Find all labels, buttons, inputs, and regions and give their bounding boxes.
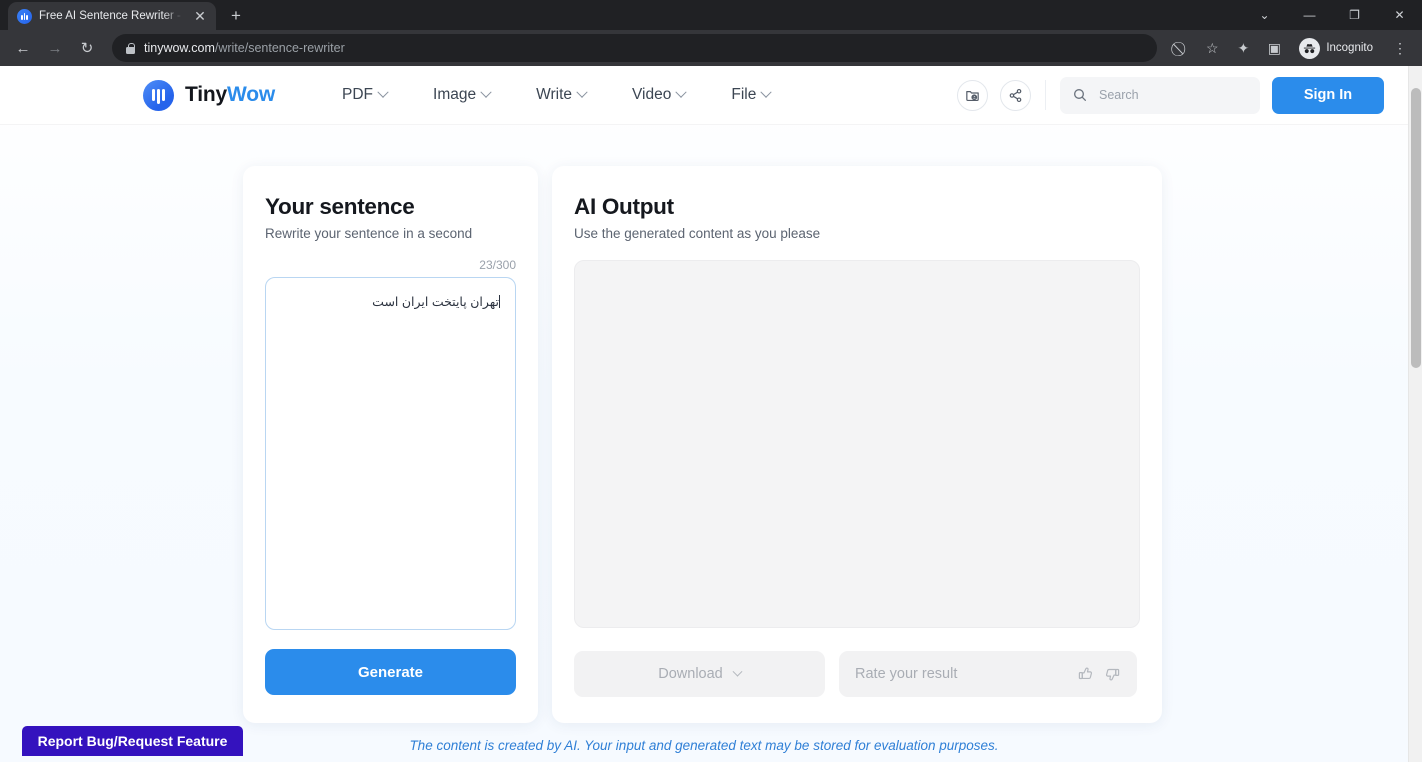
window-controls: ⌄ — ❐ ✕: [1242, 0, 1422, 30]
input-card-subtitle: Rewrite your sentence in a second: [265, 226, 473, 241]
tracking-protection-icon[interactable]: ⃠: [1167, 34, 1195, 62]
thumbs-up-icon[interactable]: [1077, 665, 1095, 683]
thumbs-down-icon[interactable]: [1103, 665, 1121, 683]
generate-button[interactable]: Generate: [265, 649, 516, 695]
sentence-input-value: تهران پایتخت ایران است: [372, 295, 499, 309]
brand-name-wow: Wow: [227, 83, 276, 106]
nav-label-video: Video: [632, 86, 672, 103]
sentence-input[interactable]: تهران پایتخت ایران است: [265, 277, 516, 630]
rate-label: Rate your result: [855, 666, 958, 682]
tinywow-logo-icon: [143, 79, 174, 111]
nav-item-image[interactable]: Image: [410, 86, 513, 104]
sign-in-button[interactable]: Sign In: [1272, 76, 1384, 114]
cloud-folder-icon[interactable]: [957, 79, 988, 111]
incognito-label: Incognito: [1326, 42, 1373, 54]
nav-label-image: Image: [433, 86, 477, 103]
rate-icons: [1077, 665, 1121, 683]
address-bar[interactable]: tinywow.com/write/sentence-rewriter: [112, 34, 1158, 62]
scrollbar-thumb[interactable]: [1411, 88, 1421, 368]
tab-close-icon[interactable]: ✕: [190, 6, 210, 26]
incognito-profile-button[interactable]: Incognito: [1295, 35, 1383, 61]
chevron-down-icon: [576, 86, 588, 98]
nav-item-file[interactable]: File: [708, 86, 793, 104]
lock-icon: [126, 42, 135, 54]
chevron-down-icon: [760, 86, 773, 98]
chevron-down-icon: [732, 666, 743, 677]
toolbar-icons: ⃠ ☆ ✦ ▣ Incognito ⋮: [1167, 34, 1414, 62]
url-domain: tinywow.com: [144, 41, 215, 55]
chevron-down-icon: [377, 86, 389, 98]
incognito-icon: [1299, 37, 1321, 59]
report-bug-button[interactable]: Report Bug/Request Feature: [22, 726, 243, 756]
back-icon[interactable]: ←: [8, 33, 38, 63]
share-icon[interactable]: [1000, 79, 1031, 111]
minimize-icon[interactable]: —: [1287, 0, 1332, 30]
output-card-subtitle: Use the generated content as you please: [574, 226, 821, 241]
nav-item-pdf[interactable]: PDF: [319, 86, 410, 104]
ai-output-area[interactable]: [574, 260, 1140, 628]
extensions-puzzle-icon[interactable]: ✦: [1229, 34, 1257, 62]
chevron-down-icon: [675, 86, 688, 98]
forward-icon[interactable]: →: [40, 33, 70, 63]
nav-label-write: Write: [536, 86, 572, 103]
browser-toolbar: ← → ↻ tinywow.com/write/sentence-rewrite…: [0, 30, 1422, 66]
nav-item-video[interactable]: Video: [609, 86, 708, 104]
input-card: Your sentence Rewrite your sentence in a…: [243, 166, 538, 723]
browser-tab[interactable]: Free AI Sentence Rewriter - No S ✕: [8, 2, 216, 30]
rate-result-control[interactable]: Rate your result: [839, 651, 1137, 697]
chevron-down-icon: [480, 86, 492, 98]
brand-name-tiny: Tiny: [185, 83, 227, 106]
character-counter: 23/300: [479, 258, 516, 272]
output-card: AI Output Use the generated content as y…: [552, 166, 1162, 723]
page-scrollbar[interactable]: [1408, 66, 1422, 762]
maximize-icon[interactable]: ❐: [1332, 0, 1377, 30]
tab-title: Free AI Sentence Rewriter - No S: [39, 10, 183, 22]
tab-search-icon[interactable]: ⌄: [1242, 0, 1287, 30]
input-card-title: Your sentence: [265, 194, 415, 219]
url-text: tinywow.com/write/sentence-rewriter: [144, 41, 345, 55]
output-card-title: AI Output: [574, 194, 674, 219]
text-caret: [499, 295, 500, 308]
nav-label-file: File: [731, 86, 757, 103]
tab-favicon-icon: [17, 8, 32, 24]
close-window-icon[interactable]: ✕: [1377, 0, 1422, 30]
page-viewport: TinyWow PDF Image Write Video File Searc…: [0, 66, 1422, 762]
brand-logo-link[interactable]: TinyWow: [143, 79, 275, 111]
header-actions: Search Sign In: [957, 76, 1408, 114]
main-navigation: PDF Image Write Video File: [319, 86, 793, 104]
new-tab-button[interactable]: +: [226, 6, 246, 26]
nav-item-write[interactable]: Write: [513, 86, 609, 104]
side-panel-icon[interactable]: ▣: [1260, 34, 1288, 62]
brand-name: TinyWow: [185, 83, 275, 107]
download-button[interactable]: Download: [574, 651, 825, 697]
search-input[interactable]: Search: [1060, 76, 1260, 114]
bookmark-star-icon[interactable]: ☆: [1198, 34, 1226, 62]
nav-label-pdf: PDF: [342, 86, 374, 103]
browser-tab-strip: Free AI Sentence Rewriter - No S ✕ + ⌄ —…: [0, 0, 1422, 30]
tool-cards: Your sentence Rewrite your sentence in a…: [0, 124, 1422, 723]
site-header: TinyWow PDF Image Write Video File Searc…: [0, 66, 1408, 124]
reload-icon[interactable]: ↻: [72, 33, 102, 63]
output-actions: Download Rate your result: [574, 651, 1140, 697]
search-placeholder: Search: [1099, 88, 1139, 102]
search-icon: [1074, 89, 1086, 101]
chrome-menu-icon[interactable]: ⋮: [1386, 34, 1414, 62]
url-path: /write/sentence-rewriter: [214, 41, 345, 55]
header-divider: [1045, 80, 1046, 110]
download-label: Download: [658, 666, 723, 682]
